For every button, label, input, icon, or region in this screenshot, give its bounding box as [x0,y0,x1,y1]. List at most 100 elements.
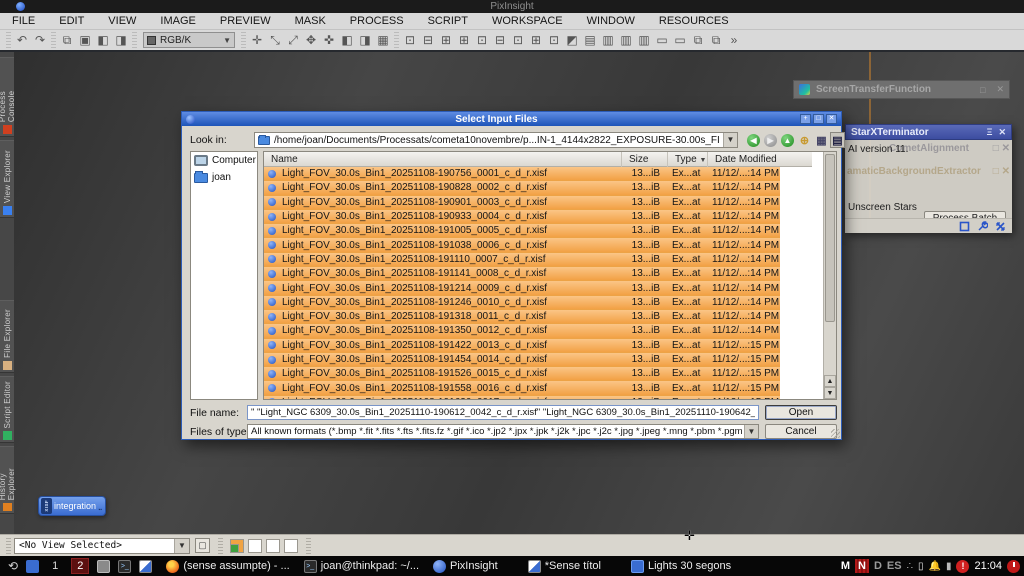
image-app-launcher[interactable] [139,560,152,573]
iconized-image-integration[interactable]: XISF integration ▪▪ [38,496,106,516]
dialog-shade-icon[interactable]: + [800,114,811,124]
sxt-unscreen-stars-label[interactable]: Unscreen Stars [848,202,917,213]
scroll-down-icon[interactable]: ▼ [824,387,836,399]
file-row[interactable]: Light_FOV_30.0s_Bin1_20251108-191526_001… [264,367,780,381]
toolbar-grip[interactable] [218,538,223,554]
file-row[interactable]: Light_FOV_30.0s_Bin1_20251108-191246_001… [264,296,780,310]
task-pixinsight[interactable]: PixInsight [433,560,498,573]
sxt-edit-instance-wrench-icon[interactable] [977,221,988,232]
side-tab-view-explorer[interactable]: View Explorer [0,140,14,218]
forward-button[interactable]: ▶ [763,132,778,148]
files-of-type-combobox[interactable]: All known formats (*.bmp *.fit *.fits *.… [247,424,759,439]
stf-window-titlebar[interactable]: ScreenTransferFunction □ ✕ [793,80,1010,99]
file-row[interactable]: Light_FOV_30.0s_Bin1_20251108-191110_000… [264,253,780,267]
mask-icon[interactable]: ▦ [374,32,392,49]
view-c-icon[interactable]: ▥ [635,32,653,49]
view-left-icon[interactable]: ◩ [563,32,581,49]
workspace-1-button[interactable]: 1 [47,559,63,573]
look-in-combobox[interactable]: /home/joan/Documents/Processats/cometa10… [254,132,738,148]
center-icon[interactable]: ✜ [320,32,338,49]
view-b-icon[interactable]: ▥ [617,32,635,49]
view-grid-icon[interactable]: ▤ [581,32,599,49]
monitor-icon[interactable]: ▭ [653,32,671,49]
file-row[interactable]: Light_FOV_30.0s_Bin1_20251108-191141_000… [264,267,780,281]
keyboard-indicator-d[interactable]: D [874,560,882,572]
move-icon[interactable]: ✛ [248,32,266,49]
image-revert-icon[interactable]: ⊟ [491,32,509,49]
window-cascade-icon[interactable]: ⧉ [707,32,725,49]
sxt-shade-icon[interactable]: Ξ [987,127,993,137]
foreground-background-color-swatch[interactable] [230,539,244,553]
task-lights-folder[interactable]: Lights 30 segons [631,560,731,573]
half-right-icon[interactable]: ◨ [356,32,374,49]
shrink-icon[interactable]: ⤢ [284,32,302,49]
image-down-icon[interactable]: ⊞ [455,32,473,49]
file-row[interactable]: Light_FOV_30.0s_Bin1_20251108-191005_000… [264,224,780,238]
menu-workspace[interactable]: WORKSPACE [492,15,563,27]
terminal-launcher[interactable]: >_ [118,560,131,573]
list-view-button[interactable]: ▦ [814,132,829,148]
view-selector-dropdown-icon[interactable]: ▼ [174,539,189,553]
sxt-new-instance-icon[interactable] [959,221,970,232]
file-row[interactable]: Light_FOV_30.0s_Bin1_20251108-190828_000… [264,181,780,195]
notifications-bell-icon[interactable]: 🔔 [929,561,941,572]
menu-mask[interactable]: MASK [295,15,326,27]
column-name[interactable]: Name [264,152,622,167]
place-joan[interactable]: joan [191,169,257,186]
updates-icon[interactable]: ∴ [907,561,913,572]
image-reset-icon[interactable]: ⊞ [527,32,545,49]
file-name-input[interactable] [247,405,759,420]
sxt-track-view-icon[interactable] [995,221,1006,232]
menu-file[interactable]: FILE [12,15,35,27]
file-list-header[interactable]: Name Size Type ▼ Date Modified [264,152,812,167]
back-button[interactable]: ◀ [746,132,761,148]
side-tab-script-editor[interactable]: Script Editor [0,376,14,443]
keyboard-indicator-n[interactable]: N [855,559,869,573]
file-row[interactable]: Light_FOV_30.0s_Bin1_20251108-190756_000… [264,167,780,181]
menu-window[interactable]: WINDOW [587,15,635,27]
dialog-titlebar[interactable]: Select Input Files + □ ✕ [182,112,841,126]
channel-selector-combobox[interactable]: RGB/K▼ [143,32,235,48]
path-dropdown-arrow-icon[interactable]: ▼ [723,133,737,147]
new-view-button[interactable]: ▢ [195,538,210,553]
redo-icon[interactable]: ↷ [31,32,49,49]
battery-icon[interactable]: ▮ [946,561,952,572]
half-left-icon[interactable]: ◧ [338,32,356,49]
file-manager-launcher[interactable] [97,560,110,573]
monitor2-icon[interactable]: ▭ [671,32,689,49]
file-row[interactable]: Light_FOV_30.0s_Bin1_20251108-191454_001… [264,353,780,367]
detail-view-button[interactable]: ▤ [830,132,845,148]
window-more-icon[interactable]: » [725,32,743,49]
image-save-icon[interactable]: ⊟ [419,32,437,49]
keyboard-indicator-m[interactable]: M [841,560,850,572]
show-desktop-button[interactable]: ⟲ [8,559,18,573]
menu-edit[interactable]: EDIT [59,15,84,27]
dialog-maximize-icon[interactable]: □ [813,114,824,124]
image-up-icon[interactable]: ⊡ [473,32,491,49]
duplicate-window-icon[interactable]: ▣ [76,32,94,49]
window-menu-button[interactable] [26,560,39,573]
task-firefox[interactable]: (sense assumpte) - ... [166,560,289,573]
column-date-modified[interactable]: Date Modified [708,152,812,167]
side-tab-file-explorer[interactable]: File Explorer [0,300,14,373]
color-swatch-3[interactable] [266,539,280,553]
stf-close-icon[interactable]: ✕ [996,84,1004,95]
side-tab-history-explorer[interactable]: History Explorer [0,446,14,514]
file-row[interactable]: Light_FOV_30.0s_Bin1_20251108-191558_001… [264,381,780,395]
file-row[interactable]: Light_FOV_30.0s_Bin1_20251108-190901_000… [264,196,780,210]
undo-icon[interactable]: ↶ [13,32,31,49]
color-swatch-2[interactable] [248,539,262,553]
place-computer[interactable]: Computer [191,152,257,169]
up-directory-button[interactable]: ▲ [780,132,795,148]
channel-dropdown-icon[interactable]: ▼ [223,36,231,45]
menu-image[interactable]: IMAGE [160,15,195,27]
dialog-close-icon[interactable]: ✕ [826,114,837,124]
image-open-icon[interactable]: ⊡ [401,32,419,49]
sxt-titlebar[interactable]: StarXTerminator Ξ ✕ [845,124,1012,140]
column-size[interactable]: Size [622,152,668,167]
cancel-button[interactable]: Cancel [765,424,837,439]
link-views-icon[interactable]: ◧ [94,32,112,49]
scroll-up-icon[interactable]: ▲ [824,375,836,387]
file-row[interactable]: Light_FOV_30.0s_Bin1_20251108-191318_001… [264,310,780,324]
alert-icon[interactable]: ! [956,560,969,573]
